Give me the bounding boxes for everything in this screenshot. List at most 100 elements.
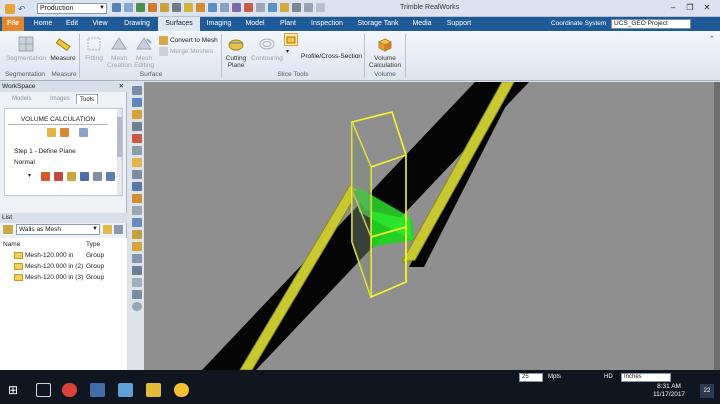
menu-inspection[interactable]: Inspection (306, 17, 348, 31)
bookmark-icon[interactable] (132, 230, 142, 239)
clip-icon[interactable] (132, 170, 142, 179)
menu-drawing[interactable]: Drawing (118, 17, 156, 31)
3d-viewport[interactable] (144, 82, 720, 370)
select-icon[interactable] (132, 86, 142, 95)
tab-images[interactable]: Images (40, 94, 74, 104)
zoom-icon[interactable] (132, 122, 142, 131)
move-icon[interactable] (54, 172, 63, 181)
pencil-icon[interactable] (160, 3, 169, 12)
notification-count[interactable]: 22 (700, 384, 714, 398)
undo-icon[interactable] (136, 3, 145, 12)
folder-icon[interactable] (103, 225, 112, 234)
settings-icon[interactable] (304, 3, 313, 12)
mesh-creation-button[interactable]: Mesh Creation (107, 35, 132, 69)
menu-plant[interactable]: Plant (274, 17, 302, 31)
more-icon[interactable] (316, 3, 325, 12)
segmentation-button[interactable]: Segmentation (5, 35, 47, 62)
target-icon[interactable] (132, 302, 142, 311)
menu-home[interactable]: Home (30, 17, 56, 31)
menu-edit[interactable]: Edit (60, 17, 84, 31)
task-view-icon[interactable] (36, 383, 51, 397)
menu-surfaces[interactable]: Surfaces (158, 17, 200, 31)
measure-icon[interactable] (132, 206, 142, 215)
folder-icon[interactable] (146, 383, 161, 397)
view-top-icon[interactable] (132, 146, 142, 155)
settings-icon[interactable] (132, 266, 142, 275)
select-icon[interactable] (172, 3, 181, 12)
contouring-button[interactable]: Contouring (250, 35, 284, 62)
coordinate-system-select[interactable]: UCS_GEO Project (611, 19, 691, 29)
options-icon[interactable] (114, 225, 123, 234)
app-logo-icon[interactable] (5, 3, 15, 14)
tool-scrollbar[interactable] (117, 109, 122, 195)
camera-icon[interactable] (132, 218, 142, 227)
scrollbar-thumb[interactable] (117, 117, 122, 157)
app-icon[interactable] (118, 383, 133, 397)
cutting-plane-button[interactable]: Cutting Plane (223, 35, 249, 69)
dropdown-icon[interactable]: ▾ (28, 172, 37, 181)
list-item[interactable]: Mesh-120.000 in (3) (14, 274, 83, 281)
viewport-scrollbar[interactable] (714, 82, 720, 370)
system-clock[interactable]: 8:31 AM 11/17/2017 (653, 383, 685, 399)
minimize-button[interactable]: – (664, 2, 682, 14)
view-icon[interactable] (208, 3, 217, 12)
close-icon[interactable]: ✕ (119, 82, 124, 92)
light-icon[interactable] (132, 158, 142, 167)
chrome-icon[interactable] (62, 383, 77, 397)
menu-imaging[interactable]: Imaging (202, 17, 236, 31)
fence-icon[interactable] (132, 134, 142, 143)
ribbon-collapse-icon[interactable]: ⌃ (709, 35, 715, 43)
tab-tools[interactable]: Tools (76, 94, 98, 104)
fitting-button[interactable]: Fitting (82, 35, 106, 62)
camera-icon[interactable] (292, 3, 301, 12)
windows-start-icon[interactable]: ⊞ (8, 383, 23, 397)
redo-icon[interactable] (148, 3, 157, 12)
points-count-field[interactable]: 25 (519, 373, 543, 382)
grid-icon[interactable] (93, 172, 102, 181)
close-button[interactable]: ✕ (698, 2, 716, 14)
plane-icon[interactable] (80, 172, 89, 181)
units-field[interactable]: Inches (621, 373, 671, 382)
pencil-icon[interactable] (132, 242, 142, 251)
tab-models[interactable]: Models (2, 94, 38, 104)
list-item[interactable]: Mesh-120.000 in (14, 252, 73, 259)
menu-model[interactable]: Model (240, 17, 270, 31)
wand-icon[interactable] (47, 128, 56, 137)
maximize-button[interactable]: ❐ (681, 2, 699, 14)
menu-media[interactable]: Media (408, 17, 436, 31)
profile-cross-section-button[interactable]: Profile/Cross-Section (301, 53, 362, 60)
merge-meshes-button[interactable]: Merge Meshes (159, 47, 213, 56)
column-name[interactable]: Name (3, 241, 20, 248)
cloud-icon[interactable] (124, 3, 133, 12)
rotate-icon[interactable] (67, 172, 76, 181)
mesh-editing-button[interactable]: Mesh Editing (132, 35, 156, 69)
measure-icon[interactable] (256, 3, 265, 12)
cube-icon[interactable] (196, 3, 205, 12)
profile-cross-section-icon-button[interactable] (284, 33, 298, 46)
undo-icon[interactable]: ↶ (18, 4, 28, 14)
target-icon[interactable] (280, 3, 289, 12)
layer-icon[interactable] (132, 182, 142, 191)
grid-icon[interactable] (220, 3, 229, 12)
fence-icon[interactable] (184, 3, 193, 12)
grid-icon[interactable] (132, 254, 142, 263)
menu-file[interactable]: File (2, 17, 24, 31)
axis-icon[interactable] (41, 172, 50, 181)
layer-icon[interactable] (232, 3, 241, 12)
save-plane-icon[interactable] (106, 172, 115, 181)
render-icon[interactable] (244, 3, 253, 12)
realworks-taskbar-icon[interactable] (174, 383, 189, 397)
list-item[interactable]: Mesh-120.000 in (2) (14, 263, 83, 270)
convert-to-mesh-button[interactable]: Convert to Mesh (159, 36, 218, 45)
project-combo[interactable]: Production ▼ (37, 3, 107, 14)
refresh-icon[interactable] (79, 128, 88, 137)
list-filter-select[interactable]: Walls as Mesh ▼ (16, 224, 100, 235)
column-type[interactable]: Type (86, 241, 100, 248)
rotate-icon[interactable] (132, 110, 142, 119)
axis-icon[interactable] (132, 278, 142, 287)
eraser-icon[interactable] (60, 128, 69, 137)
cube-icon[interactable] (132, 194, 142, 203)
menu-view[interactable]: View (88, 17, 112, 31)
menu-support[interactable]: Support (442, 17, 476, 31)
point-cloud-scene[interactable] (144, 82, 720, 370)
